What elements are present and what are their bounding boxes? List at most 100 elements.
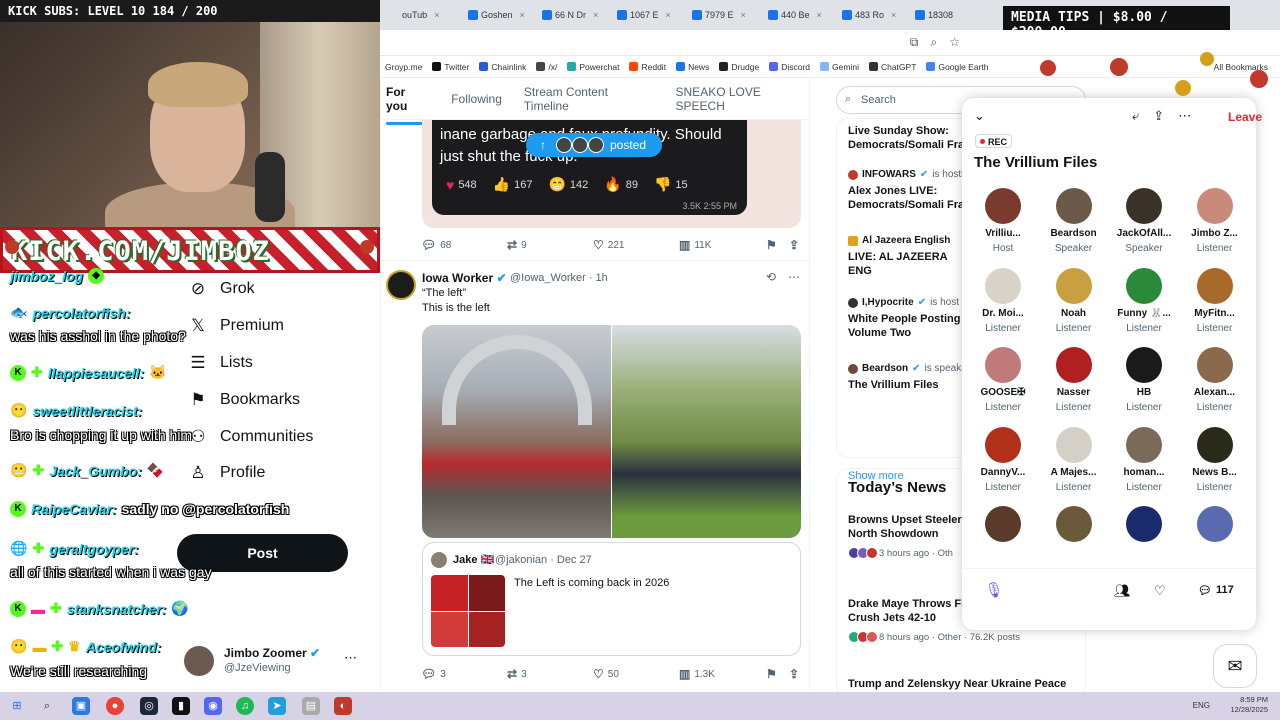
bookmark-item[interactable]: Chainlink: [479, 62, 526, 72]
repost-button[interactable]: ⇄ 3: [507, 667, 527, 681]
bookmark-item[interactable]: Powerchat: [567, 62, 619, 72]
nav-grok[interactable]: ⊘ Grok: [188, 279, 255, 299]
more-icon[interactable]: ⋯: [788, 270, 800, 284]
reply-button[interactable]: 💬︎ 3: [421, 667, 446, 681]
bookmark-item[interactable]: Groyp.me: [385, 62, 422, 72]
bookmark-star-icon[interactable]: ☆: [949, 35, 960, 50]
tab-sneako-love-speech[interactable]: SNEAKO LOVE SPEECH: [676, 85, 812, 113]
live-item[interactable]: Al Jazeera English LIVE: AL JAZEERA ENG: [848, 235, 968, 278]
windows-start-icon[interactable]: ⊞: [8, 697, 26, 715]
share-button[interactable]: ⇪: [789, 238, 799, 252]
views-button[interactable]: ▥ 11K: [679, 238, 711, 252]
microphone-icon[interactable]: 🎙︎: [982, 581, 1006, 605]
space-participant[interactable]: Funny 🐰... Listener: [1111, 267, 1177, 342]
people-icon[interactable]: 👥︎: [1114, 583, 1131, 599]
post-author-handle[interactable]: @Iowa_Worker · 1h: [510, 272, 608, 284]
reply-button[interactable]: 💬︎ 68: [421, 238, 451, 252]
share-button[interactable]: ⇪: [789, 667, 799, 681]
obs-icon[interactable]: ◐: [334, 697, 352, 715]
nav-bookmarks[interactable]: ⚑ Bookmarks: [188, 390, 300, 410]
share-icon[interactable]: ⇪: [1153, 108, 1164, 124]
chrome-icon[interactable]: ●: [106, 697, 124, 715]
like-button[interactable]: ♡ 50: [593, 667, 619, 681]
browser-tab[interactable]: 483 Ro ×: [842, 6, 896, 24]
post-photo-group[interactable]: [612, 325, 801, 538]
close-icon[interactable]: ×: [593, 10, 598, 20]
file-explorer-icon[interactable]: ▣: [72, 697, 90, 715]
discord-icon[interactable]: ◉: [204, 697, 222, 715]
account-switcher[interactable]: Jimbo Zoomer ✔ @JzeViewing ⋯: [184, 644, 364, 684]
close-icon[interactable]: ×: [520, 10, 525, 20]
space-participant[interactable]: MyFitn... Listener: [1182, 267, 1248, 342]
tab-stream-content-timeline[interactable]: Stream Content Timeline: [524, 85, 654, 113]
popout-icon[interactable]: ⤶: [1132, 108, 1139, 124]
nav-profile[interactable]: ♙ Profile: [188, 463, 265, 483]
tab-following[interactable]: Following: [451, 92, 502, 106]
bookmark-item[interactable]: Google Earth: [926, 62, 989, 72]
browser-tab[interactable]: 440 Be ×: [768, 6, 822, 24]
bookmark-item[interactable]: ChatGPT: [868, 62, 916, 72]
browser-tab[interactable]: Goshen ×: [468, 6, 525, 24]
live-item[interactable]: I,Hypocrite ✔ is host White People Posting…: [848, 297, 968, 340]
reaction-icon[interactable]: ♡: [1154, 583, 1166, 599]
space-participant[interactable]: Nasser Listener: [1041, 347, 1107, 421]
space-participant[interactable]: JackOfAll... Speaker: [1111, 188, 1177, 262]
tab-for-you[interactable]: For you: [386, 85, 430, 125]
close-icon[interactable]: ×: [891, 10, 896, 20]
quoted-post[interactable]: Jake 🇬🇧 @jakonian · Dec 27 The Left is c…: [422, 542, 801, 656]
bookmark-button[interactable]: ⚑: [766, 667, 777, 681]
space-participant[interactable]: Vrilliu... Host: [970, 188, 1036, 262]
bookmark-item[interactable]: Discord: [769, 62, 810, 72]
browser-tab[interactable]: 1067 E ×: [617, 6, 671, 24]
repost-button[interactable]: ⇄ 9: [507, 238, 527, 252]
more-icon[interactable]: ⋯: [1178, 108, 1191, 124]
space-participant[interactable]: Jimbo Z... Listener: [1182, 188, 1248, 262]
space-participant[interactable]: News B... Listener: [1182, 426, 1248, 501]
news-item[interactable]: Browns Upset Steeler North Showdown 3 ho…: [848, 513, 966, 559]
clock[interactable]: 8:59 PM 12/28/2025: [1230, 695, 1268, 715]
bookmark-button[interactable]: ⚑: [766, 238, 777, 252]
space-participant[interactable]: homan... Listener: [1111, 426, 1177, 501]
app-icon[interactable]: ▤: [302, 697, 320, 715]
bookmark-item[interactable]: News: [676, 62, 709, 72]
grok-icon[interactable]: ⟲: [766, 270, 776, 284]
space-participant[interactable]: HB Listener: [1111, 347, 1177, 421]
nav-premium[interactable]: 𝕏 Premium: [188, 316, 284, 336]
new-posts-pill[interactable]: ↑ posted: [526, 133, 662, 157]
live-item[interactable]: Beardson ✔ is speaki The Vrillium Files: [848, 363, 968, 392]
steam-icon[interactable]: ◎: [140, 697, 158, 715]
live-item[interactable]: Live Sunday Show: Democrats/Somali Fra: [848, 124, 968, 152]
telegram-icon[interactable]: ➤: [268, 697, 286, 715]
browser-tab[interactable]: 18308: [915, 6, 953, 24]
post-photo-rally[interactable]: [422, 325, 611, 538]
post-author-name[interactable]: Iowa Worker ✔: [422, 271, 507, 285]
screen-cast-icon[interactable]: ⧉: [910, 35, 919, 50]
avatar[interactable]: [1196, 506, 1233, 542]
space-participant[interactable]: GOOSE✠ Listener: [970, 347, 1036, 421]
messages-button[interactable]: ✉: [1213, 644, 1257, 688]
avatar[interactable]: [1055, 506, 1092, 542]
space-participant[interactable]: Dr. Moi... Listener: [970, 267, 1036, 342]
avatar[interactable]: [386, 270, 416, 300]
terminal-icon[interactable]: ▮: [172, 697, 190, 715]
like-button[interactable]: ♡ 221: [593, 238, 624, 252]
space-participant[interactable]: DannyV... Listener: [970, 426, 1036, 501]
bookmark-item[interactable]: Drudge: [719, 62, 759, 72]
browser-tab[interactable]: 66 N Dr ×: [542, 6, 598, 24]
nav-communities[interactable]: ⚇ Communities: [188, 427, 313, 447]
chevron-down-icon[interactable]: ⌄: [974, 108, 985, 124]
space-participant[interactable]: Beardson Speaker: [1041, 188, 1107, 262]
zoom-icon[interactable]: ⌕: [931, 35, 938, 50]
browser-tab[interactable]: ouTub ×: [402, 6, 439, 24]
bookmark-item[interactable]: Gemini: [820, 62, 859, 72]
close-icon[interactable]: ×: [434, 10, 439, 20]
views-button[interactable]: ▥ 1.3K: [679, 667, 715, 681]
space-participant[interactable]: Noah Listener: [1041, 267, 1107, 342]
search-icon[interactable]: ⌕: [38, 697, 56, 715]
more-icon[interactable]: ⋯: [344, 650, 357, 666]
avatar[interactable]: [985, 506, 1021, 542]
live-item[interactable]: INFOWARS ✔ is hosti Alex Jones LIVE: Democ…: [848, 169, 968, 212]
browser-tab[interactable]: 7979 E ×: [692, 6, 746, 24]
avatar[interactable]: [1126, 506, 1162, 542]
space-participant[interactable]: Alexan... Listener: [1182, 347, 1248, 421]
